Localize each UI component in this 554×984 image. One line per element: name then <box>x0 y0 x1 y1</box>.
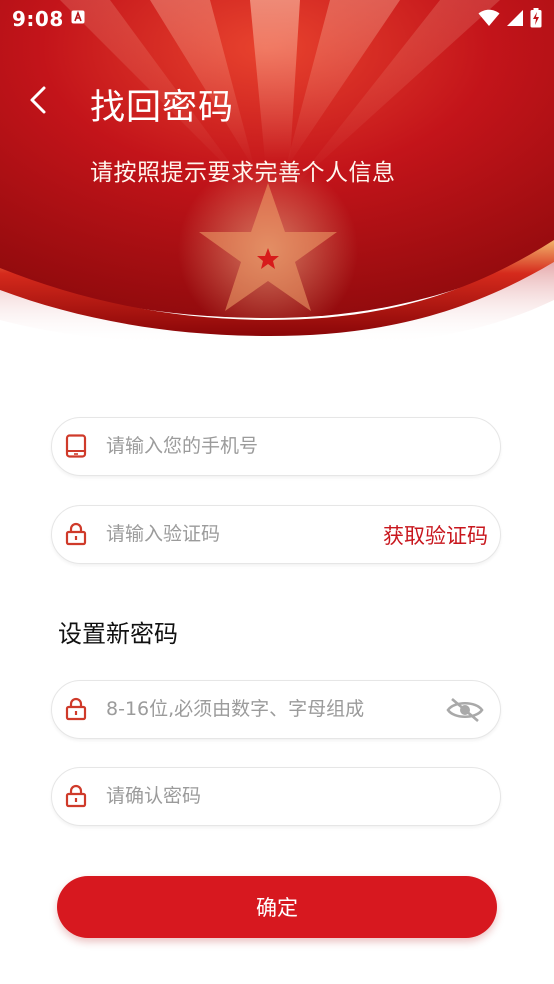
page-subtitle: 请按照提示要求完善个人信息 <box>90 160 396 186</box>
section-title: 设置新密码 <box>58 620 178 648</box>
wifi-icon <box>478 9 500 26</box>
new-password-input[interactable] <box>106 681 406 737</box>
verification-code-field[interactable]: 获取验证码 <box>51 505 501 564</box>
cellular-icon <box>507 10 523 26</box>
lock-icon <box>65 522 87 546</box>
new-password-field[interactable] <box>51 680 501 739</box>
confirm-password-field[interactable] <box>51 767 501 826</box>
eye-off-icon[interactable] <box>446 696 484 724</box>
battery-charging-icon <box>530 8 542 28</box>
phone-input[interactable] <box>106 418 406 474</box>
status-bar: 9:08 <box>0 0 554 36</box>
lock-icon <box>65 784 87 808</box>
a-badge-icon <box>71 10 85 24</box>
page-title: 找回密码 <box>90 88 235 128</box>
confirm-button[interactable]: 确定 <box>57 876 497 938</box>
status-icons <box>478 8 542 28</box>
verification-code-input[interactable] <box>106 506 406 562</box>
phone-field[interactable] <box>51 417 501 476</box>
confirm-password-input[interactable] <box>106 768 406 824</box>
phone-icon <box>65 434 87 458</box>
back-button[interactable] <box>22 80 58 120</box>
chevron-left-icon <box>30 86 46 114</box>
status-time: 9:08 <box>12 7 64 31</box>
lock-icon <box>65 697 87 721</box>
get-code-button[interactable]: 获取验证码 <box>383 520 488 550</box>
find-password-screen: 9:08 找回密码 请按照提示要求完善个人信息 请输入您的手机号 请输入验证码 … <box>0 0 554 984</box>
